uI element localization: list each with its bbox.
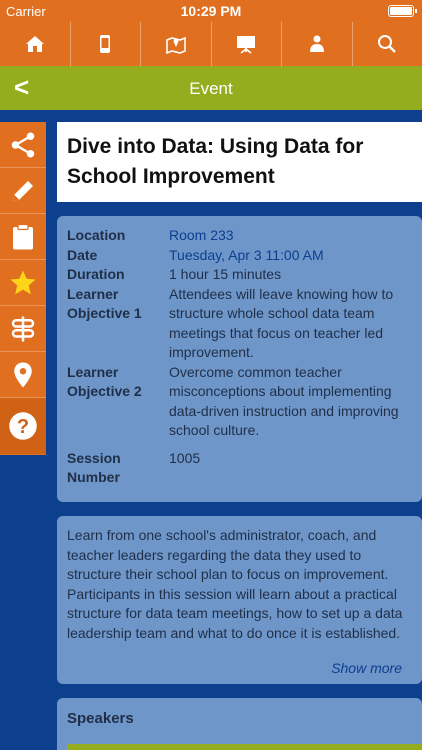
speaker-list-item[interactable] [67,744,422,750]
clipboard-icon [13,223,33,249]
page-title: Event [189,79,233,98]
detail-row-location: Location Room 233 [67,226,412,246]
clock: 10:29 PM [180,3,242,19]
note-button[interactable] [0,168,46,214]
search-icon [378,35,397,53]
map-icon [165,36,186,55]
home-button[interactable] [0,22,71,66]
battery-icon [388,5,417,17]
location-label: Location [67,227,126,243]
map-button[interactable] [141,22,212,66]
event-description: Learn from one school's administrator, c… [67,527,403,641]
favorite-button[interactable] [0,260,46,306]
event-details-card: Location Room 233 Date Tuesday, Apr 3 11… [57,216,422,502]
location-pin-icon [14,362,32,387]
show-more-link[interactable]: Show more [331,660,402,676]
status-bar: Carrier 10:29 PM [0,0,422,22]
event-title-card: Dive into Data: Using Data for School Im… [57,122,422,202]
share-button[interactable] [0,122,46,168]
objective-2-label: Learner Objective 2 [67,363,142,400]
location-link[interactable]: Room 233 [169,226,412,246]
search-button[interactable] [353,22,422,66]
clipboard-button[interactable] [0,214,46,260]
top-toolbar [0,22,422,66]
phone-icon [100,35,111,53]
detail-row-duration: Duration 1 hour 15 minutes [67,265,412,285]
detail-row-objective-1: Learner Objective 1 Attendees will leave… [67,285,412,363]
help-button[interactable]: ? [0,398,46,454]
person-icon [309,35,324,52]
session-value: 1005 [169,449,201,466]
help-icon: ? [9,412,37,440]
home-icon [25,36,44,52]
event-title: Dive into Data: Using Data for School Im… [67,135,364,188]
presentation-icon [237,36,256,54]
event-description-card: Learn from one school's administrator, c… [57,516,422,684]
presentation-button[interactable] [212,22,282,66]
objective-2-value: Overcome common teacher misconceptions a… [169,363,399,439]
location-button[interactable] [0,352,46,398]
side-toolbar: ? [0,122,46,455]
signpost-icon [11,316,35,341]
date-label: Date [67,246,98,263]
objective-1-value: Attendees will leave knowing how to stru… [169,285,394,361]
star-icon [10,270,36,294]
date-link[interactable]: Tuesday, Apr 3 11:00 AM [169,246,412,266]
pencil-icon [13,180,33,201]
duration-label: Duration [67,266,125,282]
detail-row-date: Date Tuesday, Apr 3 11:00 AM [67,246,412,266]
nav-header: < Event [0,66,422,110]
svg-text:?: ? [17,416,29,438]
directions-button[interactable] [0,306,46,352]
speakers-heading: Speakers [67,710,134,727]
share-icon [11,132,35,157]
speakers-card: Speakers [57,698,422,750]
detail-row-session: Session Number 1005 [67,449,412,488]
objective-1-label: Learner Objective 1 [67,285,142,322]
session-label: Session Number [67,449,121,486]
detail-row-objective-2: Learner Objective 2 Overcome common teac… [67,363,412,441]
phone-button[interactable] [71,22,141,66]
person-button[interactable] [282,22,353,66]
duration-value: 1 hour 15 minutes [169,266,282,282]
